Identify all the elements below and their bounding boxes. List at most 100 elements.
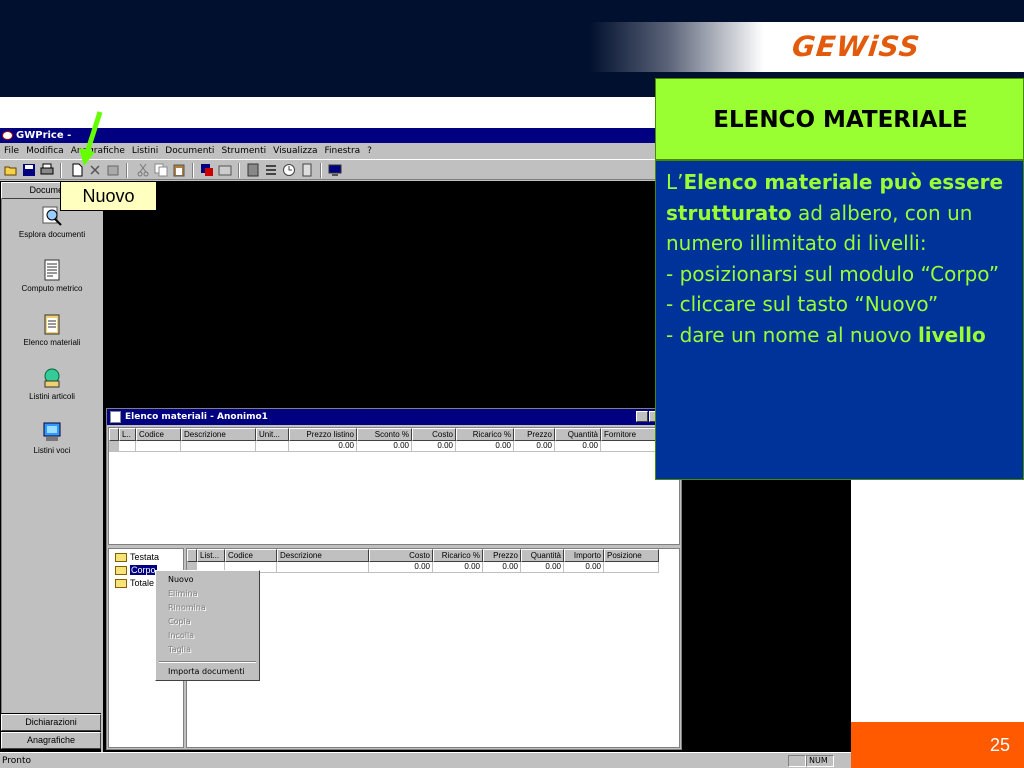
- sidebar-item-elenco-materiali[interactable]: Elenco materiali: [2, 313, 102, 347]
- column-header[interactable]: Prezzo: [483, 549, 521, 562]
- tree-node-totale[interactable]: Totale: [115, 577, 154, 589]
- sidebar-item-listini-articoli[interactable]: Listini articoli: [2, 367, 102, 401]
- sidebar-button-dichiarazioni[interactable]: Dichiarazioni: [1, 714, 101, 731]
- column-header[interactable]: Ricarico %: [456, 428, 514, 441]
- sidebar-item-listini-voci[interactable]: Listini voci: [2, 421, 102, 455]
- info-bullet: - posizionarsi sul modulo “Corpo”: [666, 261, 1000, 286]
- column-header[interactable]: Ricarico %: [433, 549, 483, 562]
- table-cell[interactable]: [181, 441, 256, 452]
- calc-icon[interactable]: [246, 163, 260, 177]
- column-header[interactable]: Unit...: [256, 428, 289, 441]
- context-menu-taglia[interactable]: Taglia: [168, 643, 191, 656]
- table-cell[interactable]: [277, 562, 369, 573]
- bottom-grid: List... Codice Descrizione Costo Ricaric…: [186, 548, 680, 748]
- column-header[interactable]: Quantità: [555, 428, 601, 441]
- menu-help[interactable]: ?: [367, 146, 372, 156]
- toolbar-separator: [238, 163, 240, 178]
- sidebar-item-label: Esplora documenti: [18, 230, 86, 239]
- context-menu-separator: [159, 661, 256, 663]
- toolbar-separator: [192, 163, 194, 178]
- table-cell[interactable]: 0.00: [555, 441, 601, 452]
- print-icon[interactable]: [40, 163, 54, 177]
- folder-icon: [115, 565, 127, 575]
- menu-strumenti[interactable]: Strumenti: [221, 146, 266, 156]
- column-header[interactable]: Costo: [412, 428, 456, 441]
- tree-node-testata[interactable]: Testata: [115, 551, 159, 563]
- context-menu-nuovo[interactable]: Nuovo: [168, 573, 194, 586]
- tree-node-corpo[interactable]: Corpo: [115, 564, 157, 576]
- row-selector[interactable]: [109, 441, 119, 452]
- list-icon[interactable]: [264, 163, 278, 177]
- column-header[interactable]: List...: [197, 549, 225, 562]
- clock-icon[interactable]: [282, 163, 296, 177]
- table-cell[interactable]: 0.00: [357, 441, 412, 452]
- menu-file[interactable]: File: [4, 146, 19, 156]
- import-icon[interactable]: [218, 163, 232, 177]
- sidebar-item-label: Computo metrico: [21, 284, 83, 293]
- column-header[interactable]: Prezzo listino: [289, 428, 357, 441]
- context-menu-copia[interactable]: Copia: [168, 615, 191, 628]
- table-row[interactable]: 0.00 0.00 0.00 0.00 0.00 0.00: [109, 441, 679, 452]
- column-header[interactable]: Descrizione: [181, 428, 256, 441]
- sidebar-button-anagrafiche[interactable]: Anagrafiche: [1, 732, 101, 749]
- status-text: Pronto: [2, 756, 32, 766]
- menu-finestra[interactable]: Finestra: [324, 146, 360, 156]
- table-cell[interactable]: 0.00: [564, 562, 604, 573]
- column-header[interactable]: L..: [119, 428, 136, 441]
- column-header[interactable]: Prezzo: [514, 428, 555, 441]
- table-cell[interactable]: 0.00: [521, 562, 564, 573]
- num-lock-indicator: NUM: [806, 755, 834, 767]
- info-bullet: - cliccare sul tasto “Nuovo”: [666, 292, 939, 316]
- column-header[interactable]: Codice: [136, 428, 181, 441]
- table-cell[interactable]: [604, 562, 659, 573]
- monitor-icon[interactable]: [328, 163, 342, 177]
- minimize-button[interactable]: [636, 411, 648, 422]
- context-menu-rinomina[interactable]: Rinomina: [168, 601, 206, 614]
- column-header[interactable]: Sconto %: [357, 428, 412, 441]
- table-cell[interactable]: [256, 441, 289, 452]
- sidebar-item-label: Listini voci: [33, 446, 71, 455]
- table-cell[interactable]: 0.00: [456, 441, 514, 452]
- sidebar-item-computo-metrico[interactable]: Computo metrico: [2, 259, 102, 293]
- status-bar: Pronto NUM: [0, 752, 851, 768]
- callout-nuovo: Nuovo: [60, 181, 157, 211]
- menu-visualizza[interactable]: Visualizza: [273, 146, 317, 156]
- table-cell[interactable]: 0.00: [369, 562, 433, 573]
- copy-icon[interactable]: [154, 163, 168, 177]
- column-header[interactable]: Costo: [369, 549, 433, 562]
- properties-icon[interactable]: [106, 163, 120, 177]
- menu-modifica[interactable]: Modifica: [26, 146, 64, 156]
- table-cell[interactable]: 0.00: [483, 562, 521, 573]
- column-header[interactable]: Codice: [225, 549, 277, 562]
- context-menu-incolla[interactable]: Incolla: [168, 629, 194, 642]
- column-header[interactable]: Importo: [564, 549, 604, 562]
- table-cell[interactable]: 0.00: [412, 441, 456, 452]
- tree-label: Testata: [130, 552, 160, 562]
- table-cell[interactable]: 0.00: [433, 562, 483, 573]
- info-panel-header: ELENCO MATERIALE: [655, 78, 1024, 160]
- open-folder-icon[interactable]: [4, 163, 18, 177]
- info-panel-body: L’Elenco materiale può essere strutturat…: [655, 160, 1024, 480]
- child-title: Elenco materiali - Anonimo1: [125, 412, 268, 422]
- table-cell[interactable]: [119, 441, 136, 452]
- context-menu-importa-documenti[interactable]: Importa documenti: [168, 665, 245, 678]
- tree-label: Totale: [130, 578, 155, 588]
- save-icon[interactable]: [22, 163, 36, 177]
- context-menu-elimina[interactable]: Elimina: [168, 587, 198, 600]
- save-as-icon[interactable]: [200, 163, 214, 177]
- menu-listini[interactable]: Listini: [132, 146, 158, 156]
- cut-icon[interactable]: [136, 163, 150, 177]
- column-header[interactable]: Quantità: [521, 549, 564, 562]
- column-header[interactable]: Posizione: [604, 549, 659, 562]
- menu-documenti[interactable]: Documenti: [165, 146, 214, 156]
- folder-icon: [115, 578, 127, 588]
- info-paragraph: L’Elenco materiale può essere strutturat…: [666, 167, 1015, 259]
- calculator-icon[interactable]: [300, 163, 314, 177]
- table-cell[interactable]: 0.00: [514, 441, 555, 452]
- table-cell[interactable]: [136, 441, 181, 452]
- status-indicator: [788, 755, 806, 767]
- sidebar-panel: Esplora documenti Computo metrico Elenco…: [1, 199, 101, 713]
- column-header[interactable]: Descrizione: [277, 549, 369, 562]
- paste-icon[interactable]: [172, 163, 186, 177]
- table-cell[interactable]: 0.00: [289, 441, 357, 452]
